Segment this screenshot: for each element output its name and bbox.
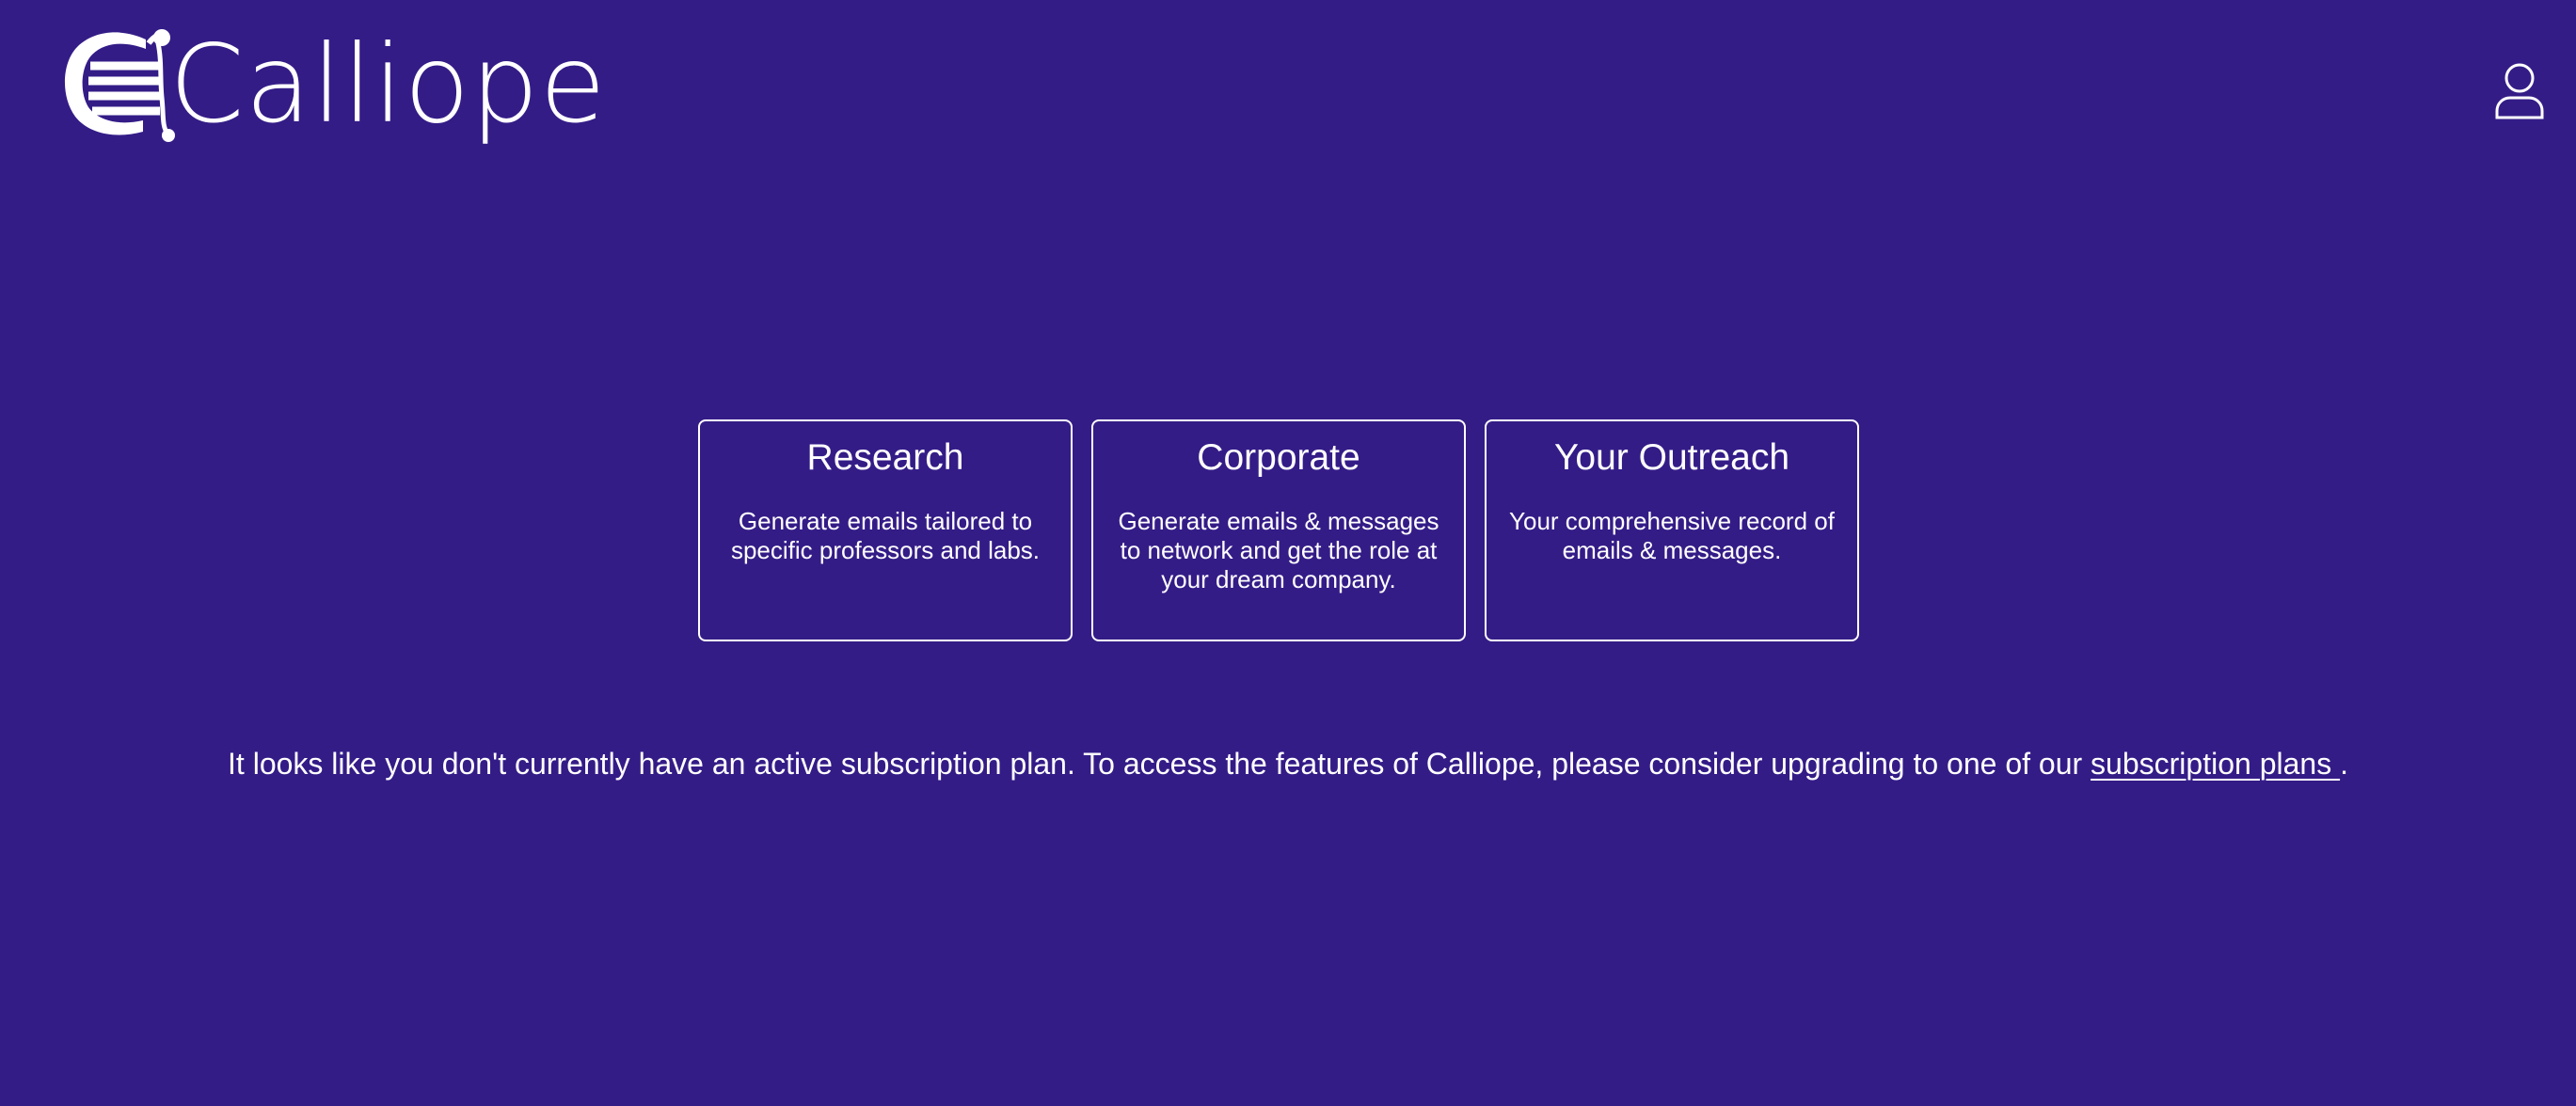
card-corporate[interactable]: Corporate Generate emails & messages to … <box>1091 419 1466 641</box>
card-your-outreach[interactable]: Your Outreach Your comprehensive record … <box>1485 419 1859 641</box>
notice-text: It looks like you don't currently have a… <box>228 747 2091 781</box>
notice-suffix: . <box>2340 747 2348 781</box>
card-description: Generate emails & messages to network an… <box>1118 506 1439 593</box>
lyre-icon <box>64 29 175 142</box>
feature-cards: Research Generate emails tailored to spe… <box>698 419 1859 641</box>
card-title: Your Outreach <box>1553 437 1790 478</box>
card-description: Your comprehensive record of emails & me… <box>1509 506 1835 564</box>
header: Calliope <box>0 0 2576 160</box>
brand-logo-link[interactable]: Calliope <box>56 13 607 154</box>
card-title: Research <box>806 437 964 478</box>
card-research[interactable]: Research Generate emails tailored to spe… <box>698 419 1073 641</box>
brand-name: Calliope <box>169 22 607 147</box>
subscription-plans-link[interactable]: subscription plans <box>2091 747 2340 781</box>
card-description: Generate emails tailored to specific pro… <box>730 506 1041 564</box>
subscription-notice: It looks like you don't currently have a… <box>0 745 2576 784</box>
user-account-button[interactable] <box>2493 62 2546 120</box>
user-icon <box>2495 63 2544 119</box>
card-title: Corporate <box>1197 437 1360 478</box>
